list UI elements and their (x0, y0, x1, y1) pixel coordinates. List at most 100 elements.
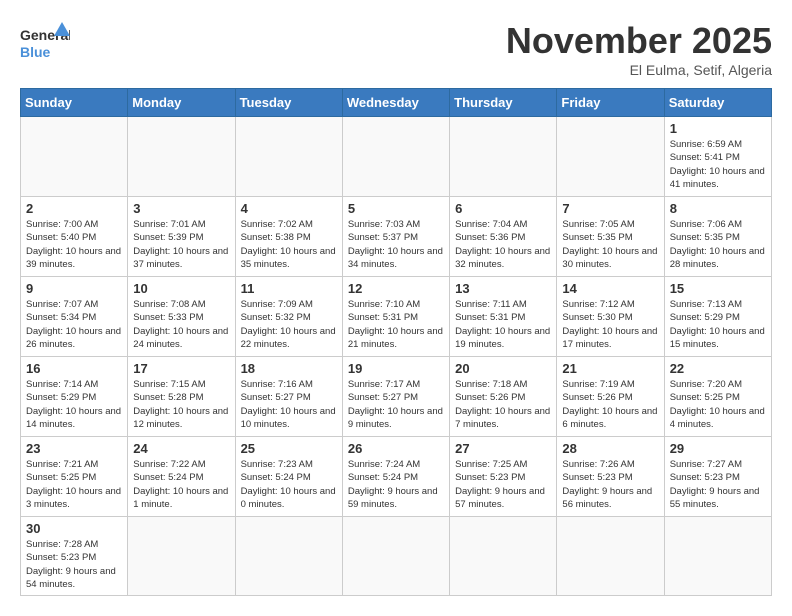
day-info: Sunrise: 7:10 AM Sunset: 5:31 PM Dayligh… (348, 298, 444, 351)
calendar-cell: 1 Sunrise: 6:59 AM Sunset: 5:41 PM Daylig… (664, 117, 771, 197)
header-day-monday: Monday (128, 89, 235, 117)
day-number: 23 (26, 441, 122, 456)
calendar-week-row: 2Sunrise: 7:00 AM Sunset: 5:40 PM Daylig… (21, 197, 772, 277)
calendar-cell (664, 517, 771, 596)
day-info: Sunrise: 7:23 AM Sunset: 5:24 PM Dayligh… (241, 458, 337, 511)
day-number: 25 (241, 441, 337, 456)
day-number: 15 (670, 281, 766, 296)
day-info: Sunrise: 7:12 AM Sunset: 5:30 PM Dayligh… (562, 298, 658, 351)
logo-svg: General Blue (20, 20, 70, 70)
calendar-header-row: SundayMondayTuesdayWednesdayThursdayFrid… (21, 89, 772, 117)
calendar-cell: 5Sunrise: 7:03 AM Sunset: 5:37 PM Daylig… (342, 197, 449, 277)
day-info: Sunrise: 7:13 AM Sunset: 5:29 PM Dayligh… (670, 298, 766, 351)
day-number: 24 (133, 441, 229, 456)
calendar-cell: 2Sunrise: 7:00 AM Sunset: 5:40 PM Daylig… (21, 197, 128, 277)
day-info: Sunrise: 7:24 AM Sunset: 5:24 PM Dayligh… (348, 458, 444, 511)
calendar-cell: 20Sunrise: 7:18 AM Sunset: 5:26 PM Dayli… (450, 357, 557, 437)
day-number: 6 (455, 201, 551, 216)
day-info: Sunrise: 7:06 AM Sunset: 5:35 PM Dayligh… (670, 218, 766, 271)
day-number: 9 (26, 281, 122, 296)
calendar-cell: 17 Sunrise: 7:15 AM Sunset: 5:28 PM Dayli… (128, 357, 235, 437)
calendar-cell: 3 Sunrise: 7:01 AM Sunset: 5:39 PM Daylig… (128, 197, 235, 277)
calendar-cell: 26 Sunrise: 7:24 AM Sunset: 5:24 PM Dayli… (342, 437, 449, 517)
calendar-cell (128, 517, 235, 596)
day-number: 28 (562, 441, 658, 456)
header-day-tuesday: Tuesday (235, 89, 342, 117)
day-info: Sunrise: 7:04 AM Sunset: 5:36 PM Dayligh… (455, 218, 551, 271)
day-info: Sunrise: 7:07 AM Sunset: 5:34 PM Dayligh… (26, 298, 122, 351)
day-number: 26 (348, 441, 444, 456)
calendar-cell (450, 117, 557, 197)
day-number: 7 (562, 201, 658, 216)
header: General Blue November 2025 El Eulma, Set… (20, 20, 772, 78)
day-info: Sunrise: 7:02 AM Sunset: 5:38 PM Dayligh… (241, 218, 337, 271)
logo: General Blue (20, 20, 70, 70)
day-info: Sunrise: 7:15 AM Sunset: 5:28 PM Dayligh… (133, 378, 229, 431)
calendar-cell: 16 Sunrise: 7:14 AM Sunset: 5:29 PM Dayli… (21, 357, 128, 437)
calendar-cell: 12 Sunrise: 7:10 AM Sunset: 5:31 PM Dayli… (342, 277, 449, 357)
calendar-cell: 30Sunrise: 7:28 AM Sunset: 5:23 PM Dayli… (21, 517, 128, 596)
calendar-subtitle: El Eulma, Setif, Algeria (506, 62, 772, 78)
calendar-cell: 7 Sunrise: 7:05 AM Sunset: 5:35 PM Daylig… (557, 197, 664, 277)
day-number: 11 (241, 281, 337, 296)
calendar-cell: 13 Sunrise: 7:11 AM Sunset: 5:31 PM Dayli… (450, 277, 557, 357)
title-block: November 2025 El Eulma, Setif, Algeria (506, 20, 772, 78)
calendar-week-row: 1 Sunrise: 6:59 AM Sunset: 5:41 PM Daylig… (21, 117, 772, 197)
day-number: 17 (133, 361, 229, 376)
calendar-cell: 21Sunrise: 7:19 AM Sunset: 5:26 PM Dayli… (557, 357, 664, 437)
calendar-cell (21, 117, 128, 197)
day-info: Sunrise: 7:05 AM Sunset: 5:35 PM Dayligh… (562, 218, 658, 271)
day-number: 21 (562, 361, 658, 376)
calendar-cell: 14 Sunrise: 7:12 AM Sunset: 5:30 PM Dayli… (557, 277, 664, 357)
day-info: Sunrise: 7:08 AM Sunset: 5:33 PM Dayligh… (133, 298, 229, 351)
calendar-cell: 22Sunrise: 7:20 AM Sunset: 5:25 PM Dayli… (664, 357, 771, 437)
day-info: Sunrise: 7:09 AM Sunset: 5:32 PM Dayligh… (241, 298, 337, 351)
day-info: Sunrise: 7:22 AM Sunset: 5:24 PM Dayligh… (133, 458, 229, 511)
day-number: 12 (348, 281, 444, 296)
calendar-cell (235, 117, 342, 197)
day-number: 20 (455, 361, 551, 376)
calendar-cell (342, 517, 449, 596)
day-number: 13 (455, 281, 551, 296)
calendar-cell (557, 517, 664, 596)
calendar-cell: 15 Sunrise: 7:13 AM Sunset: 5:29 PM Dayli… (664, 277, 771, 357)
calendar-cell (342, 117, 449, 197)
header-day-wednesday: Wednesday (342, 89, 449, 117)
calendar-cell: 4 Sunrise: 7:02 AM Sunset: 5:38 PM Daylig… (235, 197, 342, 277)
day-number: 10 (133, 281, 229, 296)
calendar-cell: 28Sunrise: 7:26 AM Sunset: 5:23 PM Dayli… (557, 437, 664, 517)
calendar-cell: 27 Sunrise: 7:25 AM Sunset: 5:23 PM Dayli… (450, 437, 557, 517)
calendar-cell: 19Sunrise: 7:17 AM Sunset: 5:27 PM Dayli… (342, 357, 449, 437)
day-info: Sunrise: 7:17 AM Sunset: 5:27 PM Dayligh… (348, 378, 444, 431)
day-number: 4 (241, 201, 337, 216)
header-day-friday: Friday (557, 89, 664, 117)
calendar-cell (557, 117, 664, 197)
day-number: 30 (26, 521, 122, 536)
day-number: 16 (26, 361, 122, 376)
day-info: Sunrise: 6:59 AM Sunset: 5:41 PM Dayligh… (670, 138, 766, 191)
day-number: 27 (455, 441, 551, 456)
calendar-cell: 11 Sunrise: 7:09 AM Sunset: 5:32 PM Dayli… (235, 277, 342, 357)
day-number: 14 (562, 281, 658, 296)
day-info: Sunrise: 7:21 AM Sunset: 5:25 PM Dayligh… (26, 458, 122, 511)
calendar-cell (450, 517, 557, 596)
day-info: Sunrise: 7:11 AM Sunset: 5:31 PM Dayligh… (455, 298, 551, 351)
day-info: Sunrise: 7:01 AM Sunset: 5:39 PM Dayligh… (133, 218, 229, 271)
calendar-cell: 18Sunrise: 7:16 AM Sunset: 5:27 PM Dayli… (235, 357, 342, 437)
calendar-cell (128, 117, 235, 197)
day-info: Sunrise: 7:03 AM Sunset: 5:37 PM Dayligh… (348, 218, 444, 271)
header-day-sunday: Sunday (21, 89, 128, 117)
day-info: Sunrise: 7:27 AM Sunset: 5:23 PM Dayligh… (670, 458, 766, 511)
day-info: Sunrise: 7:14 AM Sunset: 5:29 PM Dayligh… (26, 378, 122, 431)
calendar-cell: 23 Sunrise: 7:21 AM Sunset: 5:25 PM Dayli… (21, 437, 128, 517)
calendar-cell: 29 Sunrise: 7:27 AM Sunset: 5:23 PM Dayli… (664, 437, 771, 517)
day-info: Sunrise: 7:00 AM Sunset: 5:40 PM Dayligh… (26, 218, 122, 271)
day-number: 1 (670, 121, 766, 136)
day-info: Sunrise: 7:25 AM Sunset: 5:23 PM Dayligh… (455, 458, 551, 511)
day-info: Sunrise: 7:20 AM Sunset: 5:25 PM Dayligh… (670, 378, 766, 431)
day-number: 29 (670, 441, 766, 456)
calendar-cell: 25 Sunrise: 7:23 AM Sunset: 5:24 PM Dayli… (235, 437, 342, 517)
day-info: Sunrise: 7:16 AM Sunset: 5:27 PM Dayligh… (241, 378, 337, 431)
day-number: 3 (133, 201, 229, 216)
calendar-cell: 8Sunrise: 7:06 AM Sunset: 5:35 PM Daylig… (664, 197, 771, 277)
